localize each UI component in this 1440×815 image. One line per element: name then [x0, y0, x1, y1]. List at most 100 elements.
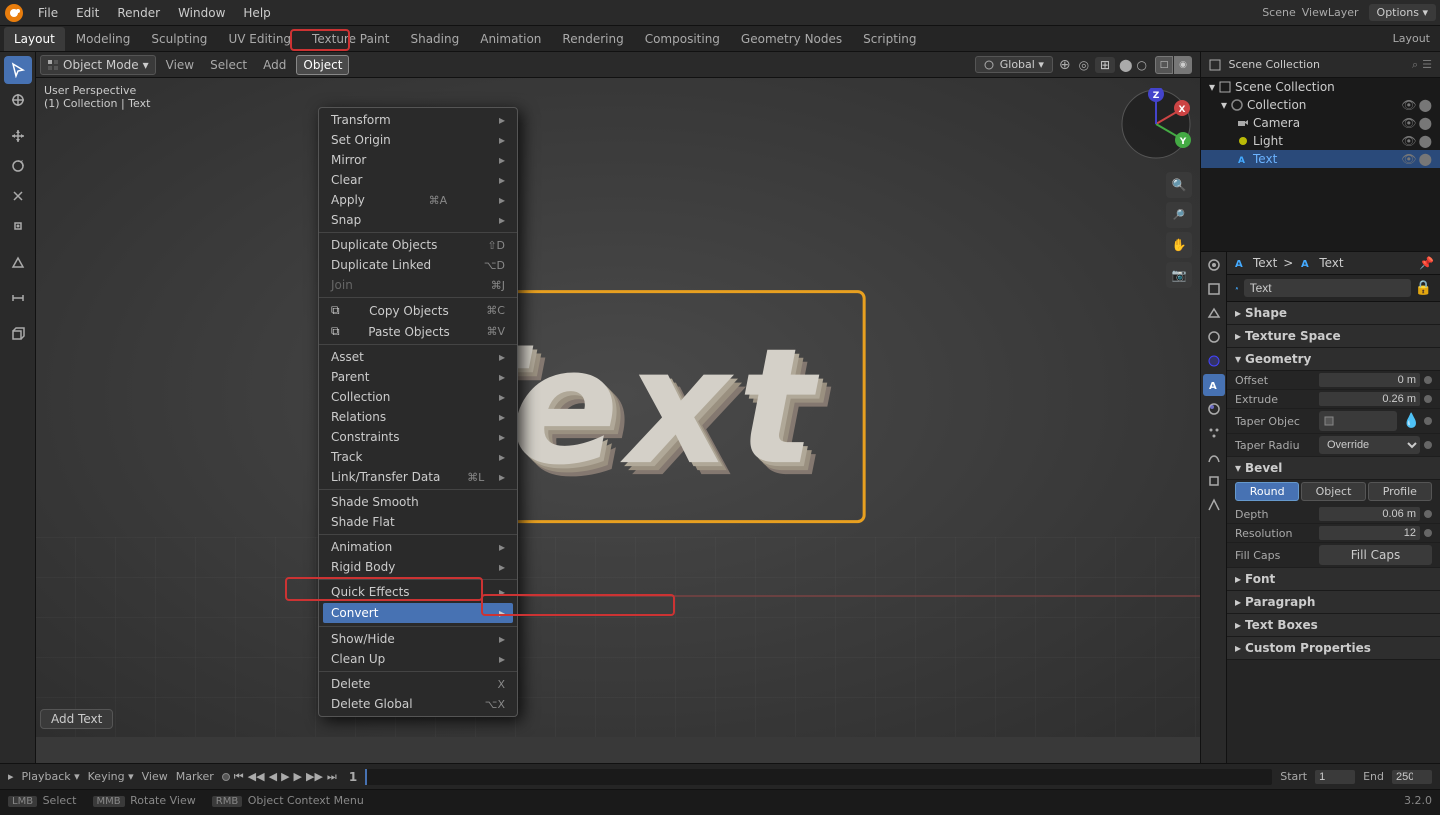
- outliner-collection[interactable]: ▾ Collection 👁⬤: [1201, 96, 1440, 114]
- menu-convert[interactable]: Convert ▸: [323, 603, 513, 623]
- tab-compositing[interactable]: Compositing: [635, 27, 730, 51]
- menu-link-transfer[interactable]: Link/Transfer Data ⌘L ▸: [319, 467, 517, 487]
- extrude-dot[interactable]: [1424, 395, 1432, 403]
- tab-geometry[interactable]: Geometry Nodes: [731, 27, 852, 51]
- pan-btn[interactable]: ✋: [1166, 232, 1192, 258]
- menu-apply[interactable]: Apply ⌘A ▸: [319, 190, 517, 210]
- outliner-camera[interactable]: Camera 👁⬤: [1201, 114, 1440, 132]
- extrude-input[interactable]: [1319, 392, 1420, 406]
- taper-object-dot[interactable]: [1424, 417, 1432, 425]
- menu-quick-effects[interactable]: Quick Effects ▸: [319, 582, 517, 602]
- texture-space-section-header[interactable]: ▸ Texture Space: [1227, 325, 1440, 348]
- menu-relations[interactable]: Relations ▸: [319, 407, 517, 427]
- bevel-profile-btn[interactable]: Profile: [1368, 482, 1432, 501]
- zoom-out-btn[interactable]: 🔎: [1166, 202, 1192, 228]
- overlay-btn[interactable]: ⊞: [1095, 57, 1115, 73]
- prev-key-btn[interactable]: ◀: [269, 770, 277, 783]
- text-visibility[interactable]: 👁⬤: [1401, 152, 1432, 166]
- prev-frame-btn[interactable]: ◀◀: [248, 770, 265, 783]
- menu-delete[interactable]: Delete X: [319, 674, 517, 694]
- rotate-tool[interactable]: [4, 152, 32, 180]
- taper-radius-dot[interactable]: [1424, 441, 1432, 449]
- resolution-dot[interactable]: [1424, 529, 1432, 537]
- proportional-icon[interactable]: ◎: [1079, 58, 1089, 72]
- menu-paste-objects[interactable]: ⧉ Paste Objects ⌘V: [319, 321, 517, 342]
- tab-layout[interactable]: Layout: [4, 27, 65, 51]
- solid-btn[interactable]: ◉: [1174, 56, 1192, 74]
- transform-tool[interactable]: [4, 212, 32, 240]
- props-modifiers-tab[interactable]: [1203, 494, 1225, 516]
- menu-delete-global[interactable]: Delete Global ⌥X: [319, 694, 517, 714]
- bevel-object-btn[interactable]: Object: [1301, 482, 1365, 501]
- props-object-data-tab[interactable]: A: [1203, 374, 1225, 396]
- play-btn[interactable]: ▶: [281, 770, 289, 783]
- tab-rendering[interactable]: Rendering: [552, 27, 633, 51]
- font-section-header[interactable]: ▸ Font: [1227, 568, 1440, 591]
- viewport-content[interactable]: User Perspective (1) Collection | Text T…: [36, 52, 1200, 737]
- shading-icon[interactable]: ⬤: [1119, 58, 1132, 72]
- menu-duplicate-objects[interactable]: Duplicate Objects ⇧D: [319, 235, 517, 255]
- props-particles-tab[interactable]: [1203, 422, 1225, 444]
- tab-uv[interactable]: UV Editing: [218, 27, 301, 51]
- geometry-section-header[interactable]: ▾ Geometry: [1227, 348, 1440, 371]
- end-frame-input[interactable]: [1392, 770, 1432, 784]
- jump-start-btn[interactable]: ⏮: [234, 770, 244, 784]
- measure-tool[interactable]: [4, 284, 32, 312]
- props-constraints-tab[interactable]: [1203, 470, 1225, 492]
- timeline-collapse-icon[interactable]: ▸: [8, 770, 14, 783]
- scale-tool[interactable]: [4, 182, 32, 210]
- menu-animation[interactable]: Animation ▸: [319, 537, 517, 557]
- window-menu[interactable]: Window: [170, 4, 233, 22]
- menu-clean-up[interactable]: Clean Up ▸: [319, 649, 517, 669]
- add-menu[interactable]: Add: [257, 56, 292, 74]
- menu-asset[interactable]: Asset ▸: [319, 347, 517, 367]
- name-shield-icon[interactable]: 🔒: [1415, 280, 1432, 296]
- props-output-tab[interactable]: [1203, 278, 1225, 300]
- menu-track[interactable]: Track ▸: [319, 447, 517, 467]
- collection-visibility[interactable]: 👁⬤: [1401, 98, 1432, 112]
- bevel-section-header[interactable]: ▾ Bevel: [1227, 457, 1440, 480]
- cursor-tool[interactable]: [4, 86, 32, 114]
- snap-icon[interactable]: ⊕: [1059, 57, 1071, 73]
- global-btn[interactable]: Global ▾: [975, 56, 1053, 73]
- menu-parent[interactable]: Parent ▸: [319, 367, 517, 387]
- view-menu[interactable]: View: [160, 56, 200, 74]
- menu-transform[interactable]: Transform ▸: [319, 110, 517, 130]
- tab-scripting[interactable]: Scripting: [853, 27, 926, 51]
- menu-copy-objects[interactable]: ⧉ Copy Objects ⌘C: [319, 300, 517, 321]
- props-physics-tab[interactable]: [1203, 446, 1225, 468]
- axis-gizmo[interactable]: X Y Z: [1120, 88, 1192, 160]
- jump-end-btn[interactable]: ⏭: [327, 770, 337, 784]
- camera-visibility[interactable]: 👁⬤: [1401, 116, 1432, 130]
- menu-collection[interactable]: Collection ▸: [319, 387, 517, 407]
- taper-radius-select[interactable]: Override Map Range: [1319, 436, 1420, 454]
- tab-shading[interactable]: Shading: [400, 27, 469, 51]
- menu-shade-smooth[interactable]: Shade Smooth: [319, 492, 517, 512]
- menu-set-origin[interactable]: Set Origin ▸: [319, 130, 517, 150]
- render-menu[interactable]: Render: [109, 4, 168, 22]
- props-render-tab[interactable]: [1203, 254, 1225, 276]
- outliner-options-icon[interactable]: ☰: [1422, 58, 1432, 72]
- taper-eyedrop-icon[interactable]: 💧: [1403, 413, 1420, 429]
- xray-icon[interactable]: ○: [1137, 58, 1147, 72]
- menu-duplicate-linked[interactable]: Duplicate Linked ⌥D: [319, 255, 517, 275]
- add-cube-tool[interactable]: [4, 320, 32, 348]
- object-name-input[interactable]: [1244, 279, 1411, 297]
- mode-selector[interactable]: Object Mode ▾: [40, 55, 156, 75]
- light-visibility[interactable]: 👁⬤: [1401, 134, 1432, 148]
- props-scene-tab[interactable]: [1203, 326, 1225, 348]
- help-menu[interactable]: Help: [235, 4, 278, 22]
- depth-input[interactable]: [1319, 507, 1420, 521]
- tab-sculpting[interactable]: Sculpting: [141, 27, 217, 51]
- menu-constraints[interactable]: Constraints ▸: [319, 427, 517, 447]
- props-material-tab[interactable]: [1203, 398, 1225, 420]
- start-frame-input[interactable]: [1315, 770, 1355, 784]
- offset-dot[interactable]: [1424, 376, 1432, 384]
- menu-show-hide[interactable]: Show/Hide ▸: [319, 629, 517, 649]
- depth-dot[interactable]: [1424, 510, 1432, 518]
- next-frame-btn[interactable]: ▶▶: [306, 770, 323, 783]
- menu-mirror[interactable]: Mirror ▸: [319, 150, 517, 170]
- zoom-in-btn[interactable]: 🔍: [1166, 172, 1192, 198]
- paragraph-section-header[interactable]: ▸ Paragraph: [1227, 591, 1440, 614]
- outliner-text[interactable]: A Text 👁⬤: [1201, 150, 1440, 168]
